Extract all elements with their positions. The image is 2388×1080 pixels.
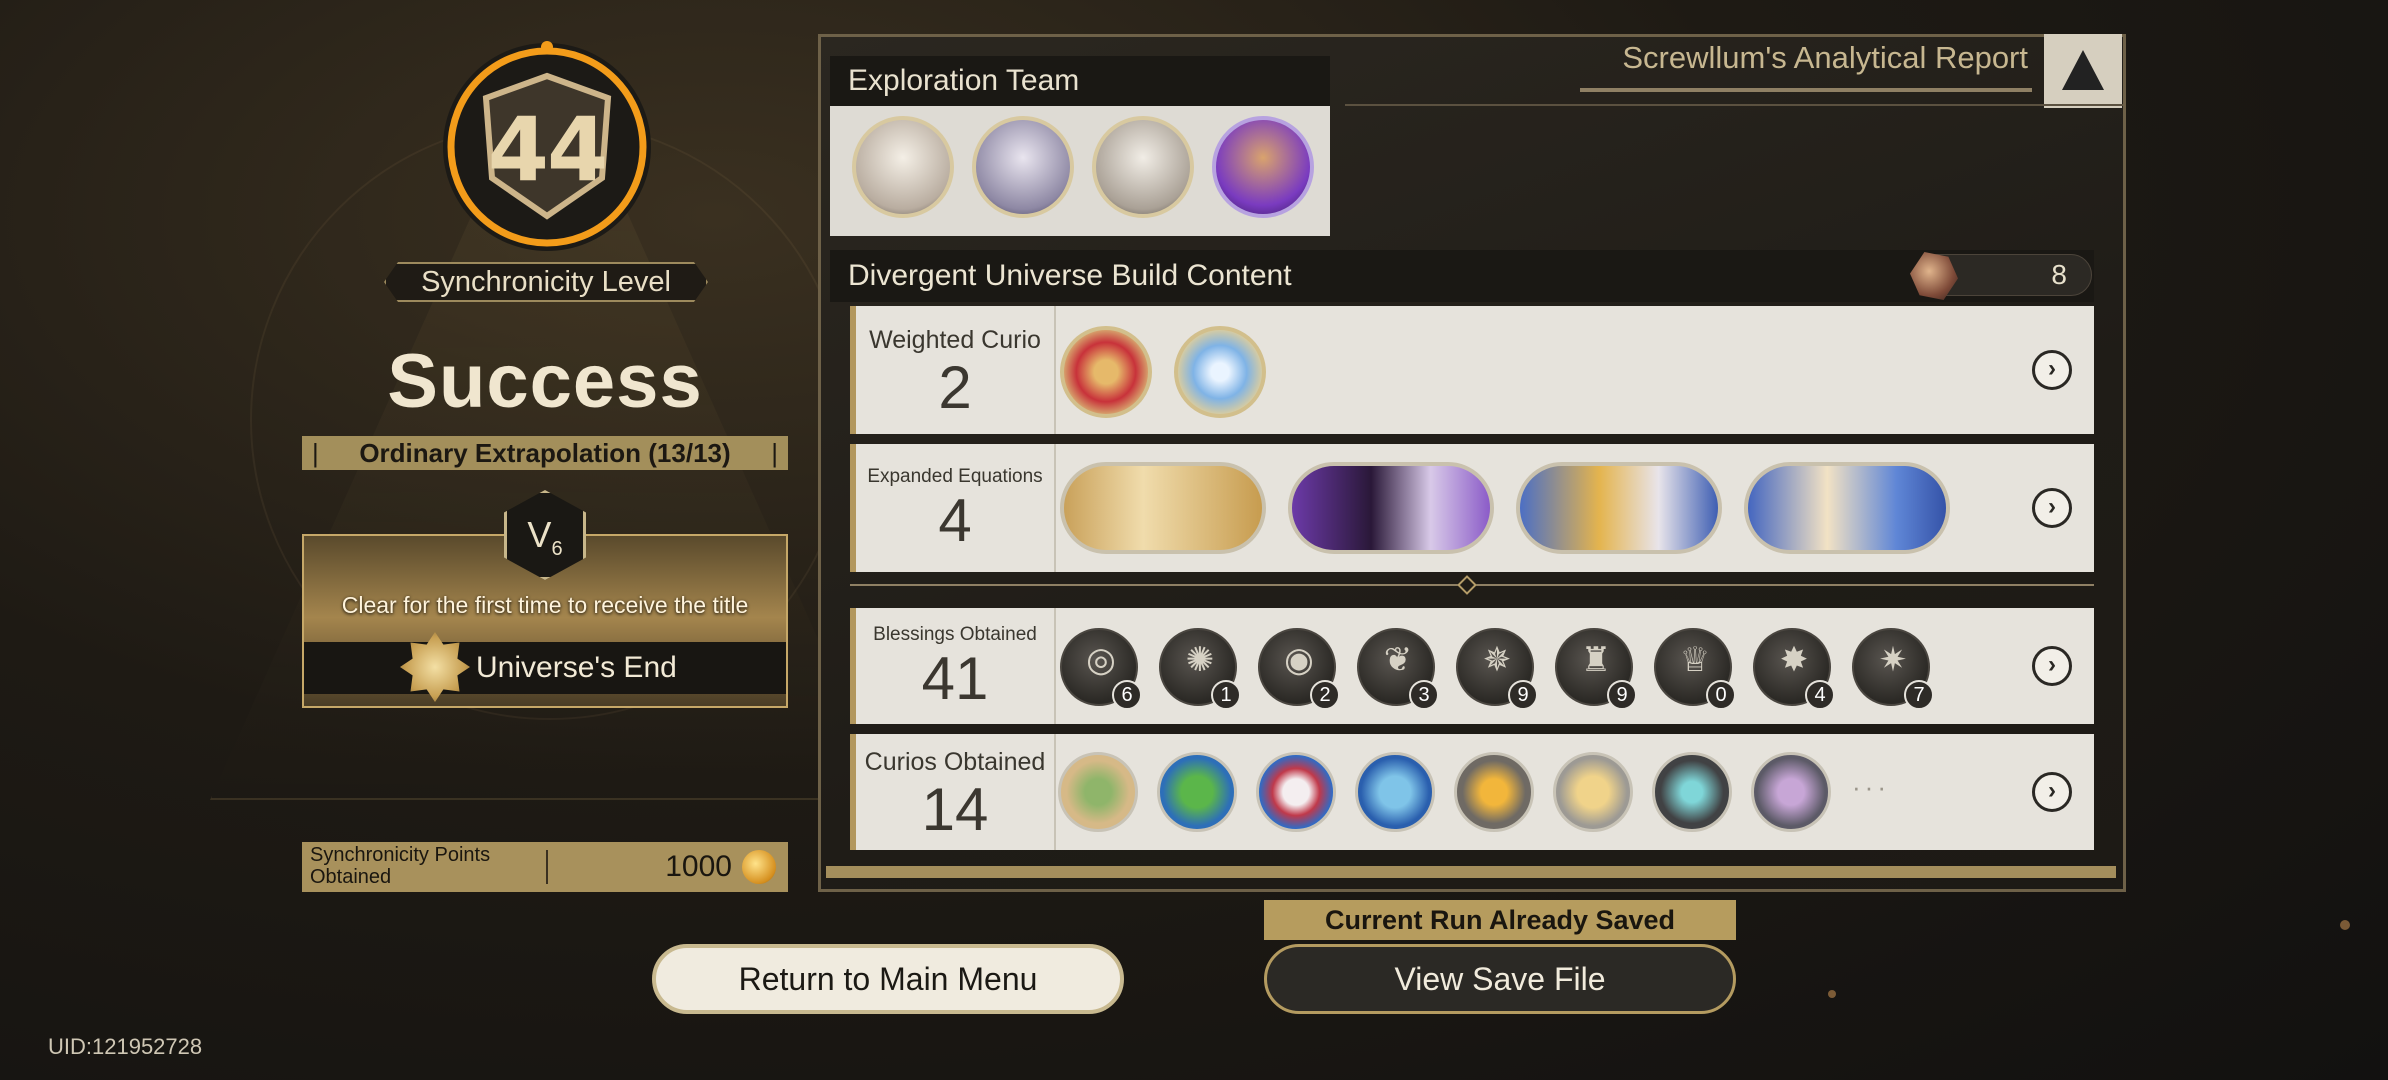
blessing-count-5: 9 <box>1508 680 1538 710</box>
curio-icon-5[interactable] <box>1454 752 1534 832</box>
v-rank-letter: V <box>527 514 552 555</box>
expanded-equations-label-box: Expanded Equations 4 <box>856 444 1056 572</box>
report-divider <box>1345 104 2123 106</box>
blessing-icon-2[interactable]: ✺ 1 <box>1159 628 1241 710</box>
blessing-count-2: 1 <box>1211 680 1241 710</box>
result-title: Success <box>387 339 703 424</box>
blessing-glyph-7: ♕ <box>1679 641 1711 679</box>
blessing-icon-1[interactable]: ◎ 6 <box>1060 628 1142 710</box>
sync-points-divider <box>546 850 548 884</box>
expanded-equations-arrow-button[interactable]: › <box>2032 488 2072 528</box>
weighted-curio-1[interactable] <box>1060 326 1152 418</box>
weighted-curio-label: Weighted Curio <box>869 326 1041 354</box>
dust-particle <box>2340 920 2350 930</box>
blessing-count-8: 4 <box>1805 680 1835 710</box>
blessing-icon-5[interactable]: ✵ 9 <box>1456 628 1538 710</box>
curio-icon-8[interactable] <box>1751 752 1831 832</box>
equation-3[interactable] <box>1516 462 1722 554</box>
blessings-label: Blessings Obtained <box>873 624 1037 645</box>
dust-particle <box>1828 990 1836 998</box>
sync-coin-icon <box>742 850 776 884</box>
equation-1[interactable] <box>1060 462 1266 554</box>
team-avatar-1[interactable] <box>852 116 954 218</box>
blessing-glyph-3: ◉ <box>1284 641 1314 679</box>
blessing-glyph-1: ◎ <box>1086 641 1116 679</box>
blessing-icon-6[interactable]: ♜ 9 <box>1555 628 1637 710</box>
weighted-curio-row: Weighted Curio 2 › <box>850 306 2094 434</box>
blessing-glyph-2: ✺ <box>1185 641 1215 679</box>
team-avatar-3[interactable] <box>1092 116 1194 218</box>
expanded-equations-label: Expanded Equations <box>867 466 1043 487</box>
blessing-icon-3[interactable]: ◉ 2 <box>1258 628 1340 710</box>
blessing-count-1: 6 <box>1112 680 1142 710</box>
uid-label: UID:121952728 <box>48 1034 203 1059</box>
level-number: 44 <box>487 98 608 201</box>
run-saved-tag: Current Run Already Saved <box>1264 900 1736 940</box>
blessing-glyph-6: ♜ <box>1580 641 1612 679</box>
sync-points-bar: Synchronicity Points Obtained 1000 <box>302 842 788 892</box>
blessing-count-4: 3 <box>1409 680 1439 710</box>
title-name: Universe's End <box>304 642 786 694</box>
curio-icon-2[interactable] <box>1157 752 1237 832</box>
equation-4[interactable] <box>1744 462 1950 554</box>
curio-icon-1[interactable] <box>1058 752 1138 832</box>
synchronicity-level-badge: 44 <box>438 38 656 256</box>
curios-label: Curios Obtained <box>864 748 1046 776</box>
panel-bottom-bar <box>826 866 2116 878</box>
return-main-menu-button[interactable]: Return to Main Menu <box>652 944 1124 1014</box>
weighted-curio-label-box: Weighted Curio 2 <box>856 306 1056 434</box>
weighted-curio-arrow-button[interactable]: › <box>2032 350 2072 390</box>
blessing-glyph-9: ✷ <box>1878 641 1908 679</box>
title-emblem-icon <box>400 632 470 702</box>
report-title: Screwllum's Analytical Report <box>1580 40 2032 92</box>
blessing-icon-7[interactable]: ♕ 0 <box>1654 628 1736 710</box>
blessings-label-box: Blessings Obtained 41 <box>856 608 1056 724</box>
blessing-glyph-8: ✸ <box>1779 641 1809 679</box>
curio-icon-6[interactable] <box>1553 752 1633 832</box>
blessing-icon-8[interactable]: ✸ 4 <box>1753 628 1835 710</box>
blessings-arrow-button[interactable]: › <box>2032 646 2072 686</box>
blessing-glyph-4: ❦ <box>1383 641 1413 679</box>
equation-2[interactable] <box>1288 462 1494 554</box>
blessing-count-9: 7 <box>1904 680 1934 710</box>
build-content-heading: Divergent Universe Build Content <box>830 250 2094 302</box>
weighted-curio-count: 2 <box>938 354 972 421</box>
synchronicity-level-label: Synchronicity Level <box>384 262 708 302</box>
blessings-count: 41 <box>921 645 989 712</box>
weighted-curio-2[interactable] <box>1174 326 1266 418</box>
report-emblem-icon <box>2044 34 2122 108</box>
curio-icon-7[interactable] <box>1652 752 1732 832</box>
blessing-count-3: 2 <box>1310 680 1340 710</box>
exploration-team-heading: Exploration Team <box>830 56 1330 106</box>
blessing-icon-9[interactable]: ✷ 7 <box>1852 628 1934 710</box>
blessing-count-6: 9 <box>1607 680 1637 710</box>
sync-points-label: Synchronicity Points Obtained <box>310 844 491 888</box>
blessing-icon-4[interactable]: ❦ 3 <box>1357 628 1439 710</box>
curio-icon-4[interactable] <box>1355 752 1435 832</box>
curios-count: 14 <box>921 776 989 843</box>
curio-icon-3[interactable] <box>1256 752 1336 832</box>
expanded-equations-count: 4 <box>938 487 972 554</box>
team-avatar-4[interactable] <box>1212 116 1314 218</box>
view-save-file-button[interactable]: View Save File <box>1264 944 1736 1014</box>
difficulty-label: Ordinary Extrapolation (13/13) <box>302 436 788 470</box>
title-hint: Clear for the first time to receive the … <box>341 592 749 618</box>
sync-points-value: 1000 <box>665 850 732 883</box>
more-curios-indicator: ··· <box>1852 772 1890 802</box>
curios-arrow-button[interactable]: › <box>2032 772 2072 812</box>
team-avatar-2[interactable] <box>972 116 1074 218</box>
blessing-glyph-5: ✵ <box>1482 641 1512 679</box>
blessing-count-7: 0 <box>1706 680 1736 710</box>
curios-label-box: Curios Obtained 14 <box>856 734 1056 850</box>
v-rank-sub: 6 <box>551 538 563 561</box>
